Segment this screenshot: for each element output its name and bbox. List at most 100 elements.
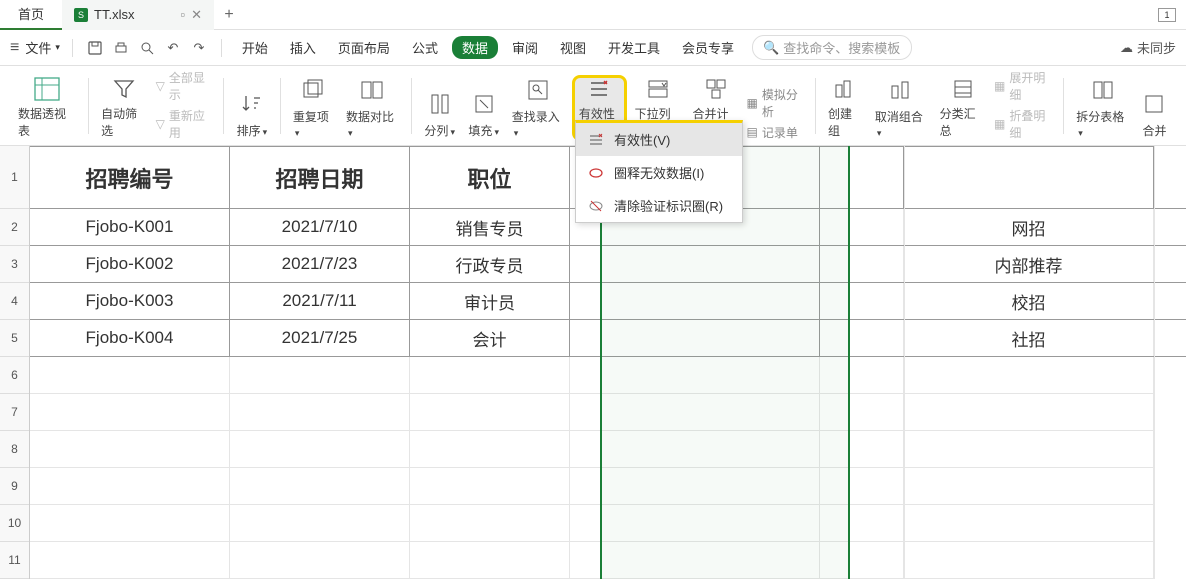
showall-button: ▽全部显示 [156,69,215,103]
header-cell[interactable]: 招聘编号 [30,146,230,208]
cell[interactable] [820,246,904,282]
simulate-button[interactable]: ▦模拟分析 [746,86,807,120]
fill-button[interactable]: 填充▾ [464,75,504,141]
row-header[interactable]: 2 [0,209,29,246]
cell[interactable]: Fjobo-K002 [30,246,230,282]
file-menu[interactable]: 文件▾ [25,38,60,57]
cell[interactable]: 销售专员 [410,209,570,245]
compare-button[interactable]: 数据对比▾ [342,75,403,141]
cell[interactable]: 2021/7/10 [230,209,410,245]
group-icon [831,77,859,101]
row-header[interactable]: 6 [0,357,29,394]
header-cell[interactable]: 职位 [410,146,570,208]
menu-validity[interactable]: 有效性(V) [576,123,742,156]
record-button[interactable]: ▤记录单 [746,124,807,141]
reapply-icon: ▽ [156,117,165,131]
collapse-button: ▦折叠明细 [994,107,1055,141]
home-tab[interactable]: 首页 [0,0,62,30]
hamburger-icon[interactable]: ≡ [10,39,19,57]
cell[interactable]: Fjobo-K003 [30,283,230,319]
save-icon[interactable] [85,38,105,58]
tab-pagelayout[interactable]: 页面布局 [330,38,398,57]
menu-clear-circles[interactable]: 清除验证标识圈(R) [576,189,742,222]
ungroup-icon [887,77,915,104]
cell[interactable] [570,320,820,356]
sync-status[interactable]: 未同步 [1137,38,1176,57]
window-index[interactable]: 1 [1158,8,1176,22]
row-header[interactable]: 3 [0,246,29,283]
lookup-button[interactable]: 查找录入▾ [508,75,568,141]
menubar: ≡ 文件▾ ↶ ↷ 开始 插入 页面布局 公式 数据 审阅 视图 开发工具 会员… [0,30,1186,66]
tab-popout-icon[interactable]: ▫ [180,7,185,22]
cell[interactable]: Fjobo-K001 [30,209,230,245]
lookup-icon [524,77,552,104]
tab-devtools[interactable]: 开发工具 [600,38,668,57]
circle-icon [588,165,604,181]
preview-icon[interactable] [137,38,157,58]
document-name: TT.xlsx [94,7,134,22]
cloud-sync-icon[interactable]: ☁ [1120,40,1133,56]
row-header[interactable]: 7 [0,394,29,431]
cell[interactable]: 内部推荐 [904,246,1154,282]
ungroup-button[interactable]: 取消组合▾ [871,75,932,141]
document-tab[interactable]: S TT.xlsx ▫ ✕ [62,0,214,30]
cell[interactable]: 校招 [904,283,1154,319]
cell[interactable] [820,209,904,245]
header-cell[interactable]: 招聘日期 [230,146,410,208]
merge-button[interactable]: 合并 [1137,75,1172,141]
row-header[interactable]: 10 [0,505,29,542]
fill-icon [470,90,498,118]
tab-view[interactable]: 视图 [552,38,594,57]
cell[interactable] [820,146,904,208]
cell[interactable] [820,320,904,356]
cell[interactable]: Fjobo-K004 [30,320,230,356]
tab-insert[interactable]: 插入 [282,38,324,57]
group-button[interactable]: 创建组 [824,75,867,141]
dedup-button[interactable]: 重复项▾ [289,75,338,141]
row-header[interactable]: 1 [0,146,29,209]
tab-data[interactable]: 数据 [452,36,498,59]
undo-icon[interactable]: ↶ [163,38,183,58]
subtotal-button[interactable]: 分类汇总 [936,75,990,141]
row-header[interactable]: 5 [0,320,29,357]
sort-button[interactable]: 排序▾ [232,75,272,141]
cell[interactable]: 2021/7/11 [230,283,410,319]
cell[interactable]: 2021/7/25 [230,320,410,356]
clear-circle-icon [588,198,604,214]
cell[interactable] [570,246,820,282]
cell[interactable] [820,283,904,319]
pivot-table-button[interactable]: 数据透视表 [14,75,80,141]
splitcol-button[interactable]: 分列▾ [420,75,460,141]
tab-review[interactable]: 审阅 [504,38,546,57]
print-icon[interactable] [111,38,131,58]
row-header[interactable]: 9 [0,468,29,505]
tab-vip[interactable]: 会员专享 [674,38,742,57]
tab-controls[interactable]: ▫ ✕ [180,7,202,23]
row-header[interactable]: 8 [0,431,29,468]
tab-close-icon[interactable]: ✕ [191,7,202,23]
record-icon: ▤ [746,125,757,139]
menu-circle-invalid[interactable]: 圈释无效数据(I) [576,156,742,189]
showall-icon: ▽ [156,79,165,93]
tab-start[interactable]: 开始 [234,38,276,57]
cell[interactable] [570,283,820,319]
splittable-button[interactable]: 拆分表格▾ [1072,75,1133,141]
validity-menu-icon [588,132,604,148]
new-tab-button[interactable]: + [214,0,244,30]
row-header[interactable]: 4 [0,283,29,320]
cell[interactable]: 网招 [904,209,1154,245]
reapply-button: ▽重新应用 [156,107,215,141]
cell[interactable] [904,146,1154,208]
spreadsheet-icon: S [74,8,88,22]
cell[interactable]: 2021/7/23 [230,246,410,282]
cell[interactable]: 社招 [904,320,1154,356]
search-input[interactable]: 🔍 查找命令、搜索模板 [752,35,912,60]
cell[interactable]: 行政专员 [410,246,570,282]
redo-icon[interactable]: ↷ [189,38,209,58]
cell[interactable]: 审计员 [410,283,570,319]
titlebar: 首页 S TT.xlsx ▫ ✕ + 1 [0,0,1186,30]
row-headers: 1 2 3 4 5 6 7 8 9 10 11 [0,146,30,579]
autofilter-button[interactable]: 自动筛选 [97,75,152,141]
tab-formula[interactable]: 公式 [404,38,446,57]
cell[interactable]: 会计 [410,320,570,356]
